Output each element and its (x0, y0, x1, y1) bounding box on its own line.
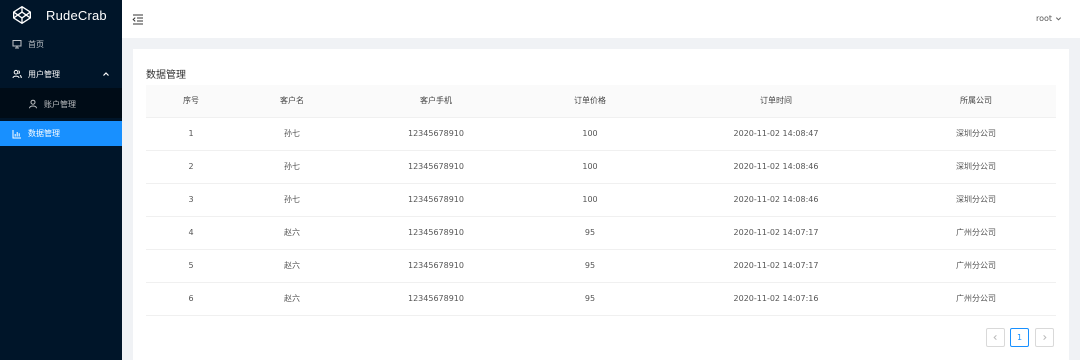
table-cell: 孙七 (236, 117, 348, 151)
user-menu[interactable]: root (1036, 14, 1062, 23)
chevron-up-icon (103, 72, 109, 76)
codepen-logo-icon (13, 6, 32, 25)
data-table: 序号 客户名 客户手机 订单价格 订单时间 所属公司 1 孙七 12345678… (146, 85, 1056, 316)
sidebar-item-label: 首页 (28, 39, 44, 49)
table-cell: 2020-11-02 14:07:17 (656, 249, 896, 283)
logo[interactable]: RudeCrab (0, 0, 122, 30)
app-name: RudeCrab (46, 7, 107, 23)
table-cell: 深圳分公司 (896, 150, 1056, 184)
table-row: 3 孙七 12345678910 100 2020-11-02 14:08:46… (146, 183, 1056, 217)
table-cell: 2 (146, 150, 236, 184)
username: root (1035, 14, 1052, 23)
table-cell: 100 (524, 117, 656, 151)
table-row: 2 孙七 12345678910 100 2020-11-02 14:08:46… (146, 150, 1056, 184)
table-cell: 12345678910 (348, 117, 524, 151)
table-cell: 95 (524, 282, 656, 316)
table-cell: 3 (146, 183, 236, 217)
table-cell: 孙七 (236, 183, 348, 217)
table-row: 1 孙七 12345678910 100 2020-11-02 14:08:47… (146, 117, 1056, 151)
sidebar-item-account-management[interactable]: 账户管理 (0, 92, 122, 116)
table-cell: 深圳分公司 (896, 183, 1056, 217)
table-cell: 12345678910 (348, 150, 524, 184)
table-cell: 12345678910 (348, 216, 524, 250)
table-cell: 2020-11-02 14:08:46 (656, 183, 896, 217)
table-cell: 广州分公司 (896, 249, 1056, 283)
table-cell: 2020-11-02 14:07:17 (656, 216, 896, 250)
column-header: 所属公司 (896, 85, 1056, 118)
menu-fold-icon[interactable] (132, 13, 144, 25)
chevron-left-icon (993, 334, 997, 341)
table-cell: 100 (524, 150, 656, 184)
table-cell: 2020-11-02 14:08:46 (656, 150, 896, 184)
pagination-prev-button[interactable] (986, 328, 1005, 347)
table-row: 6 赵六 12345678910 95 2020-11-02 14:07:16 … (146, 282, 1056, 316)
table-cell: 100 (524, 183, 656, 217)
table-cell: 2020-11-02 14:08:47 (656, 117, 896, 151)
chevron-down-icon (1055, 17, 1062, 21)
table-cell: 赵六 (236, 249, 348, 283)
table-cell: 2020-11-02 14:07:16 (656, 282, 896, 316)
table-cell: 4 (146, 216, 236, 250)
sidebar-item-data-management[interactable]: 数据管理 (0, 121, 122, 146)
table-cell: 深圳分公司 (896, 117, 1056, 151)
desktop-icon (12, 39, 22, 49)
table-cell: 12345678910 (348, 282, 524, 316)
table-cell: 赵六 (236, 216, 348, 250)
sidebar-item-label: 账户管理 (44, 99, 76, 109)
table-cell: 广州分公司 (896, 282, 1056, 316)
header: root (122, 0, 1080, 38)
sidebar-item-label: 数据管理 (28, 129, 60, 138)
table-cell: 6 (146, 282, 236, 316)
table-cell: 广州分公司 (896, 216, 1056, 250)
user-icon (28, 99, 38, 109)
table-cell: 1 (146, 117, 236, 151)
table-cell: 5 (146, 249, 236, 283)
table-cell: 孙七 (236, 150, 348, 184)
table-row: 4 赵六 12345678910 95 2020-11-02 14:07:17 … (146, 216, 1056, 250)
pagination-page-1[interactable]: 1 (1010, 328, 1029, 347)
chevron-right-icon (1043, 334, 1047, 341)
sidebar-item-user-management[interactable]: 用户管理 (0, 62, 122, 86)
table-cell: 95 (524, 216, 656, 250)
bar-chart-icon (12, 129, 22, 139)
column-header: 客户手机 (348, 85, 524, 118)
user-group-icon (12, 69, 22, 79)
pagination-next-button[interactable] (1035, 328, 1054, 347)
table-cell: 赵六 (236, 282, 348, 316)
table-cell: 12345678910 (348, 183, 524, 217)
content-card: 数据管理 序号 客户名 客户手机 订单价格 订单时间 所属公司 1 孙七 123… (133, 49, 1069, 360)
sidebar-item-home[interactable]: 首页 (0, 32, 122, 56)
sidebar: RudeCrab 首页 用户管理 账户管理 数据管理 (0, 0, 122, 360)
table-header-row: 序号 客户名 客户手机 订单价格 订单时间 所属公司 (146, 85, 1056, 118)
page-title: 数据管理 (146, 70, 186, 81)
column-header: 客户名 (236, 85, 348, 118)
sidebar-item-label: 用户管理 (28, 69, 60, 79)
column-header: 订单价格 (524, 85, 656, 118)
column-header: 订单时间 (656, 85, 896, 118)
table-cell: 95 (524, 249, 656, 283)
table-cell: 12345678910 (348, 249, 524, 283)
column-header: 序号 (146, 85, 236, 118)
table-row: 5 赵六 12345678910 95 2020-11-02 14:07:17 … (146, 249, 1056, 283)
